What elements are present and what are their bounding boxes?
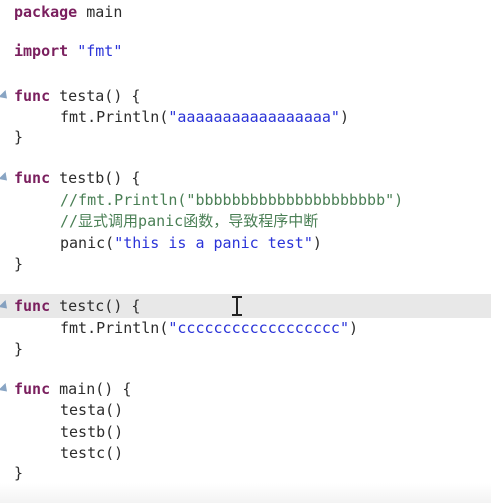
closing-brace: }: [14, 340, 24, 358]
string-literal: "this is a panic test": [114, 234, 313, 252]
code-line-5[interactable]: }: [0, 125, 491, 149]
code-line-15[interactable]: testa(): [0, 398, 491, 422]
keyword: package: [14, 3, 78, 21]
string-literal: "cccccccccccccccccc": [168, 319, 349, 337]
code-line-11-current[interactable]: func testc() {: [0, 294, 491, 318]
paren: ): [312, 234, 322, 252]
function-call: fmt.Println(: [60, 319, 169, 337]
function-call: fmt.Println(: [60, 108, 169, 126]
code-comment: //fmt.Println("bbbbbbbbbbbbbbbbbbbbb"): [60, 191, 404, 209]
function-signature: testb() {: [59, 169, 141, 187]
code-line-10[interactable]: }: [0, 252, 491, 276]
package-name: main: [86, 3, 123, 21]
code-line-2[interactable]: import "fmt": [0, 39, 491, 63]
function-call: panic(: [60, 234, 115, 252]
code-comment: //显式调用panic函数，导致程序中断: [60, 212, 319, 230]
editor-bottom-edge: [0, 483, 491, 503]
fold-marker-icon[interactable]: [0, 382, 11, 396]
closing-brace: }: [14, 128, 24, 146]
code-line-18[interactable]: }: [0, 461, 491, 485]
function-call: testc(): [60, 444, 124, 462]
fold-marker-icon[interactable]: [0, 89, 11, 103]
function-signature: testc() {: [59, 297, 141, 315]
keyword: import: [14, 42, 69, 60]
keyword: func: [14, 87, 51, 105]
function-signature: main() {: [59, 380, 132, 398]
keyword: func: [14, 380, 51, 398]
string-literal: "fmt": [77, 42, 123, 60]
code-line-6[interactable]: func testb() {: [0, 166, 491, 190]
function-call: testa(): [60, 401, 124, 419]
fold-marker-icon[interactable]: [0, 299, 11, 313]
closing-brace: }: [14, 464, 24, 482]
paren: ): [349, 319, 359, 337]
code-line-13[interactable]: }: [0, 337, 491, 361]
paren: ): [339, 108, 349, 126]
string-literal: "aaaaaaaaaaaaaaaaa": [168, 108, 340, 126]
closing-brace: }: [14, 255, 24, 273]
code-line-1[interactable]: package main: [0, 0, 491, 24]
keyword: func: [14, 169, 51, 187]
function-signature: testa() {: [59, 87, 141, 105]
keyword: func: [14, 297, 51, 315]
code-editor[interactable]: package main import "fmt" func testa() {…: [0, 0, 491, 503]
fold-marker-icon[interactable]: [0, 171, 11, 185]
function-call: testb(): [60, 423, 124, 441]
code-line-8[interactable]: //显式调用panic函数，导致程序中断: [0, 209, 491, 233]
text-cursor-icon: [232, 296, 242, 316]
